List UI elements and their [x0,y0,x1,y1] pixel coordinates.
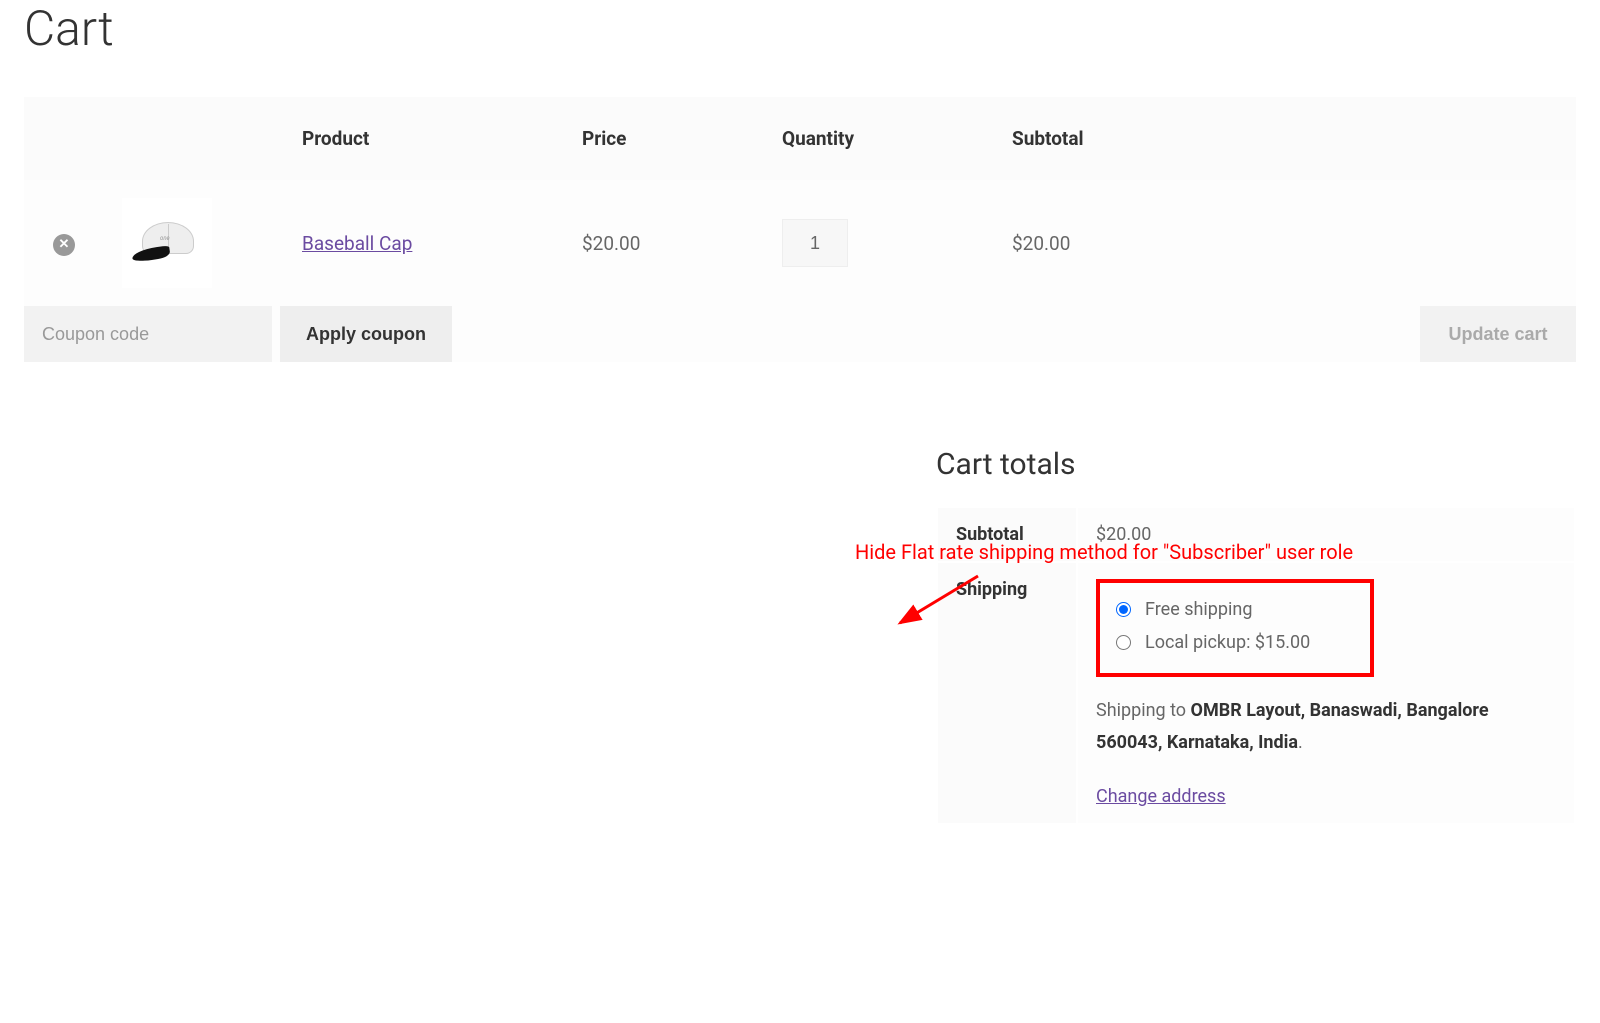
cap-icon: one [132,222,202,264]
col-remove [24,97,104,180]
cart-actions: Apply coupon Update cart [24,306,1576,362]
col-product: Product [284,97,564,180]
cart-totals-title: Cart totals [936,447,1576,482]
cart-row: ✕ one Baseball Cap $20.00 [24,180,1576,306]
shipping-option-free[interactable]: Free shipping [1116,593,1354,626]
product-name-link[interactable]: Baseball Cap [302,232,412,255]
quantity-input[interactable] [782,219,848,267]
shipping-radio-local-pickup[interactable] [1116,635,1131,650]
shipping-option-local-pickup[interactable]: Local pickup: $15.00 [1116,626,1354,659]
coupon-code-input[interactable] [24,306,272,362]
shipping-suffix: . [1298,732,1303,753]
shipping-option-label: Free shipping [1145,599,1252,620]
shipping-option-label: Local pickup: $15.00 [1145,632,1310,653]
col-thumbnail [104,97,284,180]
col-subtotal: Subtotal [994,97,1576,180]
col-price: Price [564,97,764,180]
cart-table: Product Price Quantity Subtotal ✕ one [24,97,1576,306]
shipping-address-text: Shipping to OMBR Layout, Banaswadi, Bang… [1096,695,1556,758]
apply-coupon-button[interactable]: Apply coupon [280,306,452,362]
product-thumbnail[interactable]: one [122,198,212,288]
update-cart-button[interactable]: Update cart [1420,306,1576,362]
cart-totals-section: Cart totals Subtotal $20.00 Shipping Fre… [936,447,1576,825]
shipping-prefix: Shipping to [1096,700,1191,721]
annotation-text: Hide Flat rate shipping method for "Subs… [855,540,1353,564]
close-icon: ✕ [59,237,70,252]
page-title: Cart [24,0,1576,57]
col-quantity: Quantity [764,97,994,180]
shipping-radio-free[interactable] [1116,602,1131,617]
product-subtotal: $20.00 [994,180,1576,306]
shipping-options-box: Free shipping Local pickup: $15.00 [1096,579,1374,677]
shipping-label: Shipping [938,563,1076,823]
product-price: $20.00 [564,180,764,306]
change-address-link[interactable]: Change address [1096,786,1226,807]
remove-item-button[interactable]: ✕ [53,234,75,256]
